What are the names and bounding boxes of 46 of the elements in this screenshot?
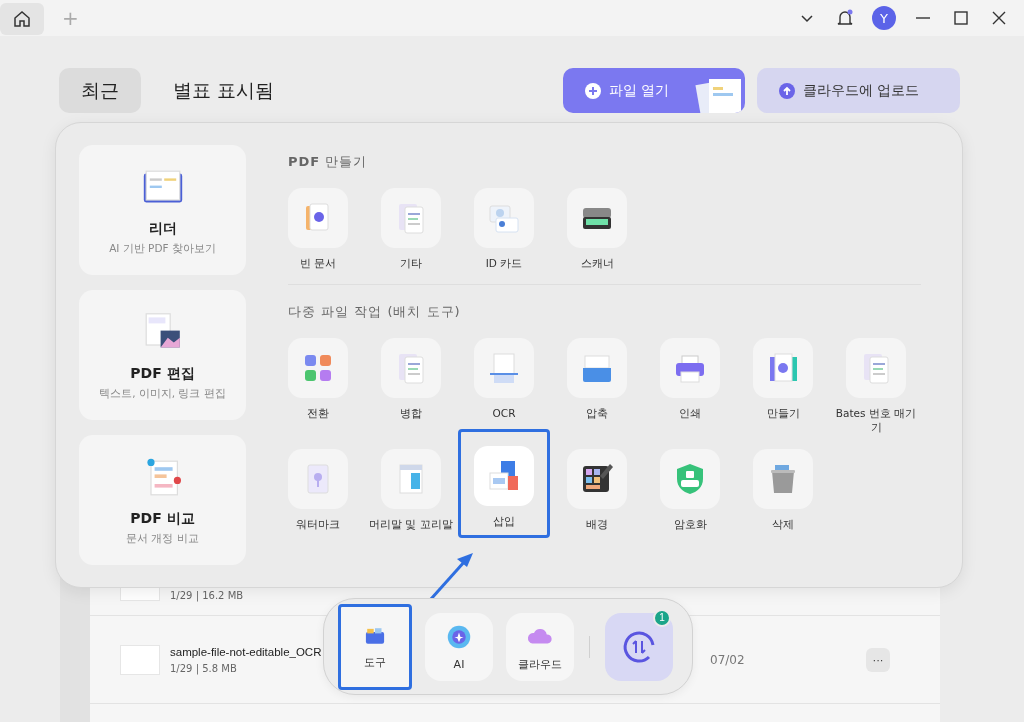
tool-button[interactable]: 머리말 및 꼬리말 (365, 446, 457, 539)
tool-button[interactable]: 암호화 (644, 446, 736, 539)
home-tab[interactable] (0, 3, 44, 35)
tool-button[interactable]: Bates 번호 매기기 (830, 334, 922, 443)
tool-button[interactable]: 삽입 (458, 429, 550, 538)
section-title: 다중 파일 작업 (배치 도구) (288, 302, 462, 321)
tool-button[interactable]: 인쇄 (644, 334, 736, 428)
upload-circle-icon (779, 82, 795, 99)
file-meta: 1/29 | 5.8 MB (170, 662, 237, 674)
file-thumbnail (120, 644, 160, 675)
tab[interactable]: 최근 (59, 68, 141, 113)
tool-button[interactable]: 기타 (365, 185, 457, 278)
bell-icon (836, 8, 854, 28)
home-icon (12, 9, 32, 29)
tool-button[interactable]: 스캐너 (551, 185, 643, 278)
tool-button[interactable]: 병합 (365, 334, 457, 428)
file-meta: 1/29 | 16.2 MB (170, 590, 244, 601)
tool-button[interactable]: 워터마크 (272, 446, 364, 539)
file-name: sample-file-not-editable_OCR (170, 645, 322, 658)
minimize-icon (916, 17, 930, 19)
tool-button[interactable]: 만들기 (737, 334, 829, 428)
tool-button[interactable]: 배경 (551, 446, 643, 539)
chevron-down-icon (800, 13, 814, 23)
dock-button[interactable]: 도구 (338, 603, 412, 690)
close-icon (991, 10, 1007, 26)
feature-card[interactable]: 리더 AI 기반 PDF 찾아보기 (79, 145, 246, 275)
tool-button[interactable]: ID 카드 (458, 185, 550, 278)
tool-button[interactable]: 전환 (272, 334, 364, 428)
open-file-button[interactable]: 파일 열기 (563, 68, 745, 113)
section-title: PDF 만들기 (288, 153, 369, 171)
dock-button[interactable]: 클라우드 (506, 612, 574, 681)
tab[interactable]: 별표 표시됨 (151, 68, 297, 113)
feature-card[interactable]: PDF 비교 문서 개정 비교 (79, 435, 246, 565)
tool-button[interactable]: 압축 (551, 334, 643, 428)
tool-button[interactable]: OCR (458, 334, 550, 428)
tool-button[interactable]: 빈 문서 (272, 185, 364, 278)
more-button[interactable]: ··· (866, 647, 890, 672)
upload-cloud-button[interactable]: 클라우드에 업로드 (757, 68, 960, 113)
notification-badge: 1 (653, 608, 671, 627)
maximize-icon (953, 10, 969, 26)
feature-card[interactable]: PDF 편집 텍스트, 이미지, 링크 편집 (79, 290, 246, 420)
file-date: 07/02 (710, 652, 746, 667)
plus-circle-icon (585, 82, 601, 99)
tool-button[interactable]: 삭제 (737, 446, 829, 539)
user-avatar[interactable]: Y (872, 6, 896, 30)
dock-button[interactable]: AI (425, 612, 493, 681)
